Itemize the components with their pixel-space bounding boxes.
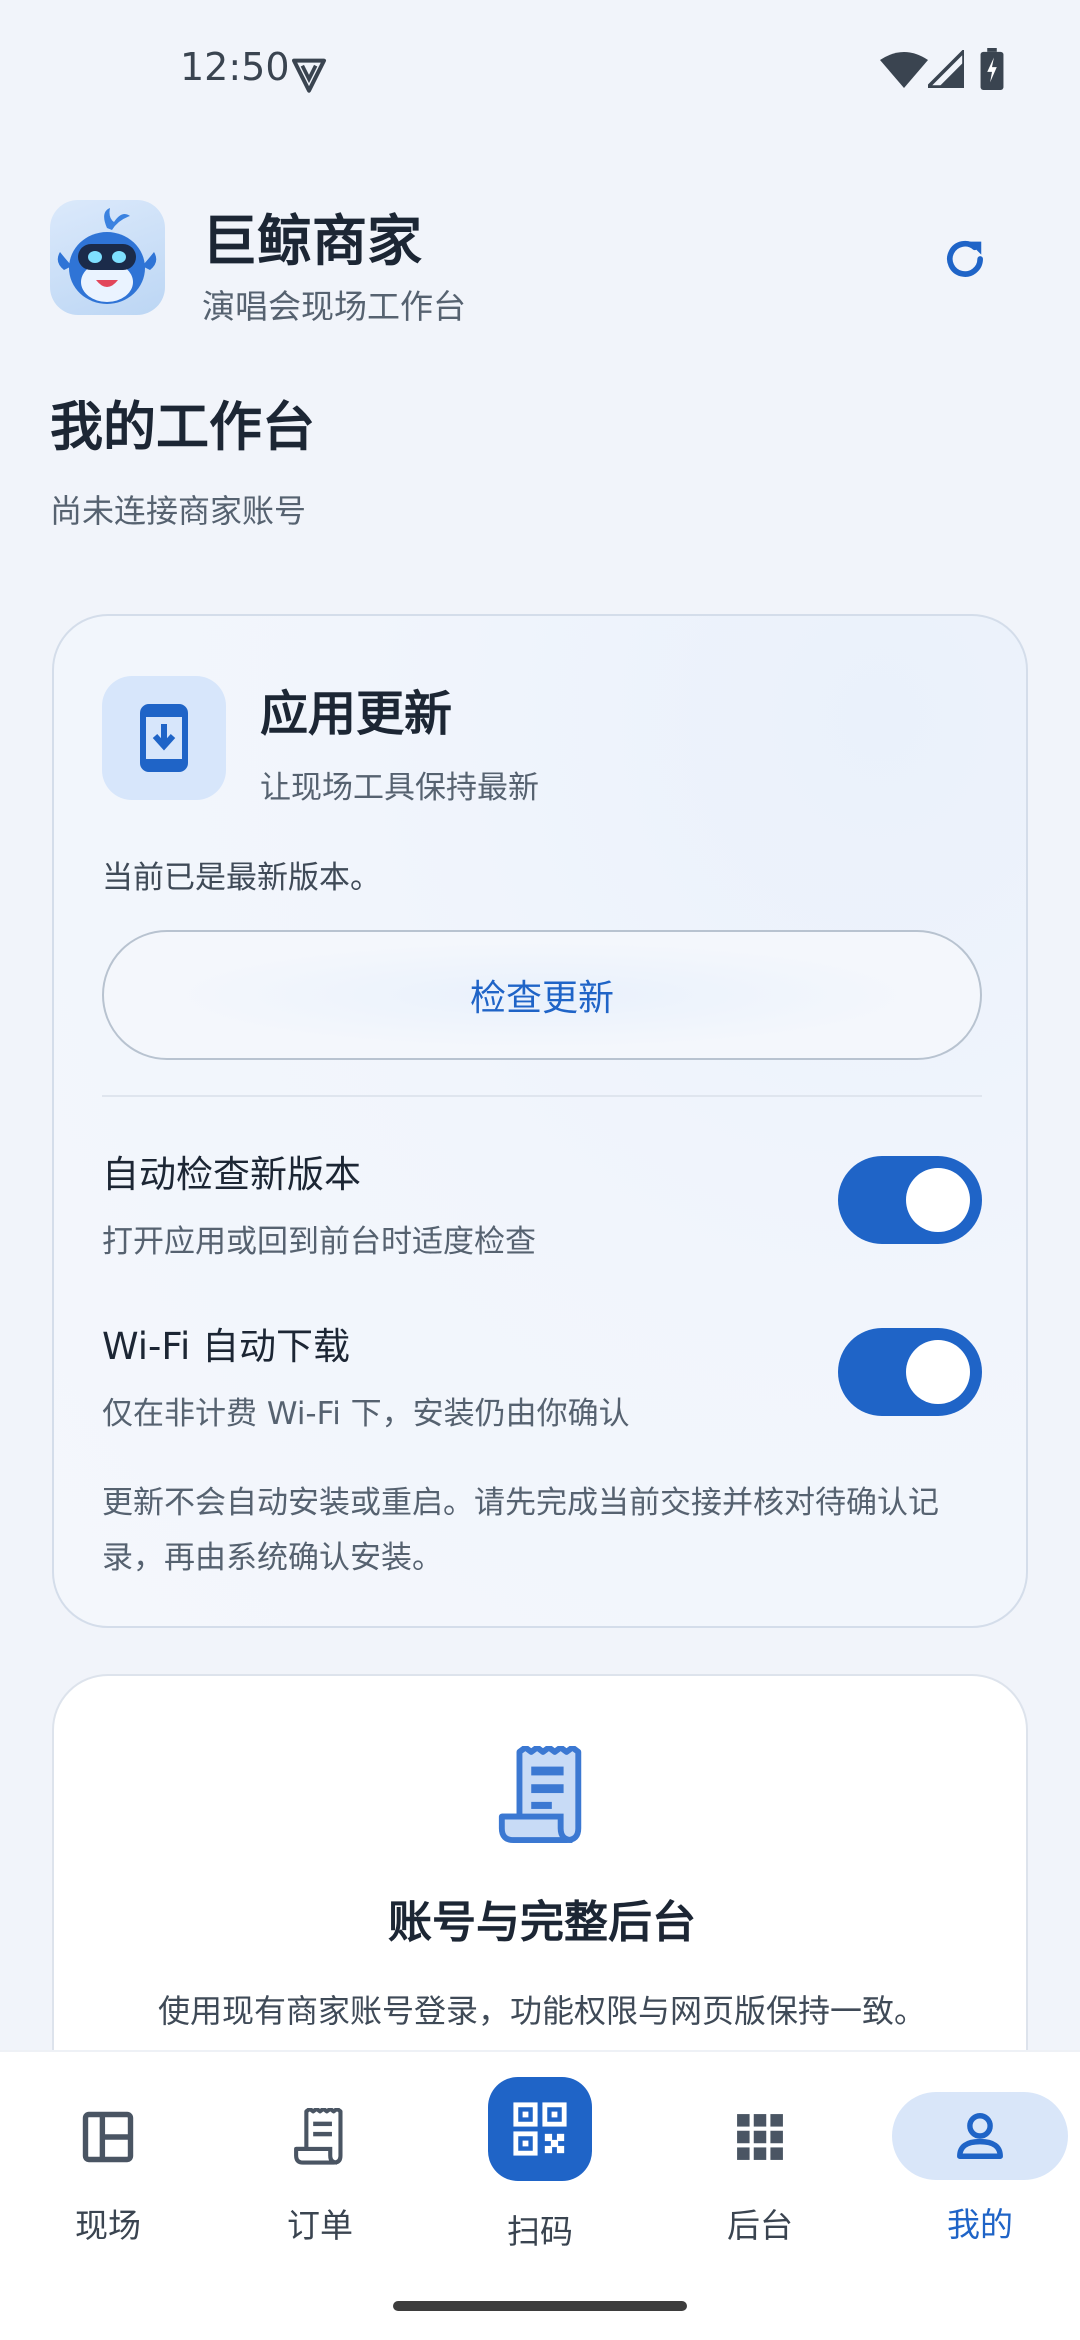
update-status: 当前已是最新版本。 [102,860,381,896]
update-title: 应用更新 [260,686,453,742]
nav-label: 订单 [287,2206,353,2245]
update-subtitle: 让现场工具保持最新 [260,770,539,806]
check-update-button[interactable]: 检查更新 [102,930,982,1060]
update-icon-box [102,676,226,800]
update-card: 应用更新 让现场工具保持最新 当前已是最新版本。 检查更新 自动检查新版本 打开… [52,614,1028,1628]
page-title: 我的工作台 [50,397,315,458]
app-subtitle: 演唱会现场工作台 [202,287,466,326]
divider [102,1095,982,1097]
apps-grid-icon [737,2114,783,2160]
app-name: 巨鲸商家 [202,209,423,273]
nav-item-orders[interactable]: 订单 [212,2052,428,2282]
dashboard-icon [82,2111,134,2163]
home-indicator[interactable] [393,2301,687,2311]
nav-label: 后台 [727,2206,793,2245]
auto-check-title: 自动检查新版本 [102,1153,361,1196]
account-desc: 使用现有商家账号登录，功能权限与网页版保持一致。 [157,1992,926,2030]
nav-label: 现场 [75,2206,141,2245]
phone-download-icon [140,704,188,772]
screen: 12:50 巨鲸商家 演唱会现场工作台 我的工作台 尚未连接商家账号 应用更新 … [0,0,1080,2340]
nav-icon-wrap [280,2097,360,2177]
person-icon [957,2113,1003,2159]
status-bar: 12:50 [0,0,1080,140]
auto-check-toggle[interactable] [838,1156,982,1244]
refresh-icon [947,240,983,277]
update-note: 更新不会自动安装或重启。请先完成当前交接并核对待确认记录，再由系统确认安装。 [102,1485,939,1576]
wifi-icon [880,52,928,88]
vpn-icon [292,58,326,93]
toggle-knob [906,1340,970,1404]
nav-item-mine[interactable]: 我的 [872,2052,1080,2282]
app-logo [50,200,165,315]
wifi-download-toggle[interactable] [838,1328,982,1416]
qr-code-icon [513,2102,567,2156]
receipt-icon [294,2108,343,2165]
wifi-download-title: Wi-Fi 自动下载 [102,1325,351,1368]
page-subtitle: 尚未连接商家账号 [50,492,307,530]
nav-icon-wrap [68,2097,148,2177]
account-title: 账号与完整后台 [388,1897,696,1948]
nav-icon-wrap [720,2097,800,2177]
receipt-icon [498,1746,582,1844]
nav-item-backend[interactable]: 后台 [652,2052,868,2282]
nav-icon-wrap [488,2077,592,2181]
wifi-download-desc: 仅在非计费 Wi-Fi 下，安装仍由你确认 [102,1396,630,1432]
battery-charging-icon [980,48,1004,90]
whale-mascot-icon [57,208,157,304]
nav-label: 我的 [947,2205,1013,2244]
signal-icon [928,50,964,88]
bottom-nav: 现场 订单 扫码 后台 我的 [0,2052,1080,2340]
refresh-button[interactable] [930,224,1000,294]
nav-label: 扫码 [507,2212,573,2251]
status-time: 12:50 [180,45,290,89]
toggle-knob [906,1168,970,1232]
auto-check-desc: 打开应用或回到前台时适度检查 [102,1224,536,1260]
nav-item-live[interactable]: 现场 [0,2052,216,2282]
nav-item-scan[interactable]: 扫码 [432,2052,648,2282]
nav-icon-wrap [892,2092,1068,2180]
